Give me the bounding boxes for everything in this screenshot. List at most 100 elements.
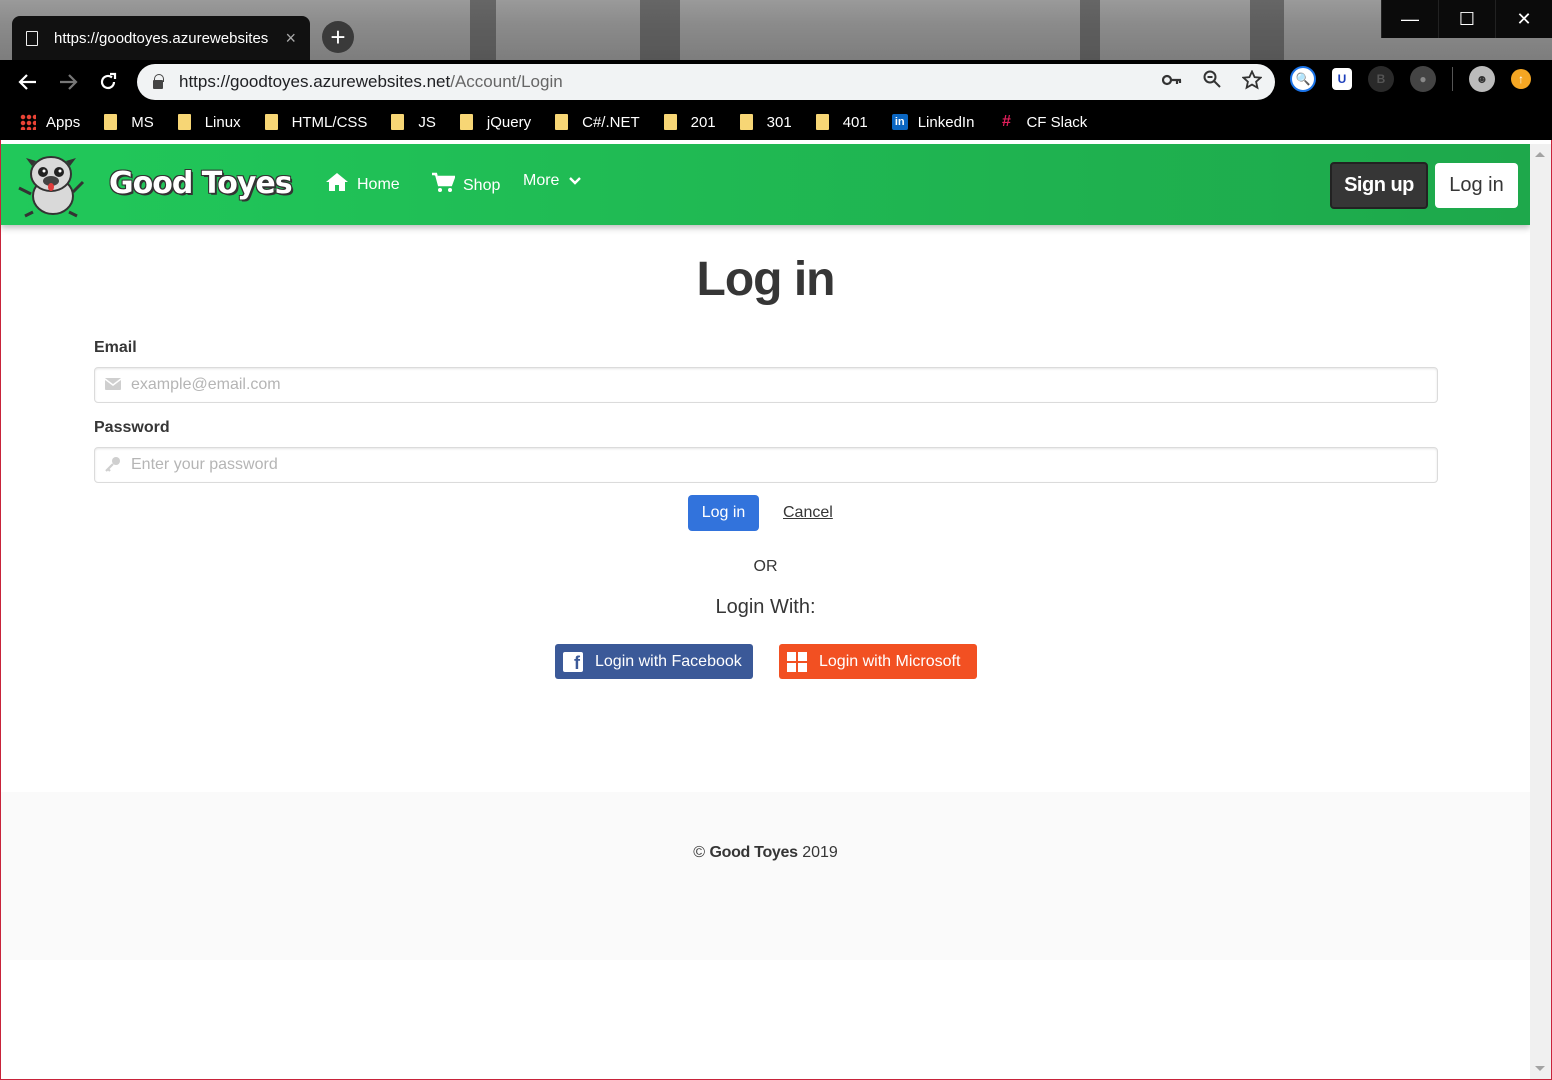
navbar-login-button[interactable]: Log in [1435, 163, 1518, 208]
apps-grid-icon [20, 114, 36, 130]
bookmark-ms[interactable]: MS [104, 114, 154, 131]
new-tab-button[interactable]: + [322, 21, 354, 53]
browser-titlebar: https://goodtoyes.azurewebsites × + — ☐ … [0, 0, 1552, 60]
scroll-up-icon[interactable] [1535, 152, 1545, 157]
address-bar-actions [1161, 69, 1263, 95]
password-input[interactable] [131, 450, 1437, 480]
bookmark-label: Apps [46, 113, 81, 131]
close-window-button[interactable]: ✕ [1495, 0, 1552, 38]
folder-icon [391, 114, 405, 130]
url-text: https://goodtoyes.azurewebsites.net/Acco… [179, 72, 563, 92]
bookmark-linkedin[interactable]: in LinkedIn [891, 114, 974, 131]
folder-icon [815, 114, 829, 130]
cart-icon [431, 172, 456, 200]
folder-icon [663, 114, 677, 130]
nav-shop-label: Shop [463, 177, 501, 194]
address-bar[interactable]: https://goodtoyes.azurewebsites.net/Acco… [137, 64, 1275, 100]
maximize-button[interactable]: ☐ [1438, 0, 1495, 38]
bookmark-label: Linux [204, 113, 241, 131]
bookmark-csharp-net[interactable]: C#/.NET [555, 114, 640, 131]
nav-home[interactable]: Home [325, 172, 400, 198]
grey-extension-icon[interactable]: B [1368, 66, 1394, 92]
scroll-down-icon[interactable] [1535, 1066, 1545, 1071]
login-microsoft-button[interactable]: Login with Microsoft [779, 644, 977, 679]
login-submit-button[interactable]: Log in [688, 495, 759, 531]
cancel-link[interactable]: Cancel [783, 504, 833, 522]
tab-close-icon[interactable]: × [285, 28, 296, 49]
bookmark-linux[interactable]: Linux [177, 113, 241, 131]
reddit-extension-icon[interactable]: ● [1410, 66, 1436, 92]
minimize-button[interactable]: — [1381, 0, 1438, 38]
envelope-icon [95, 377, 131, 393]
search-extension-icon[interactable]: 🔍 [1290, 66, 1316, 92]
key-icon [95, 456, 131, 475]
lock-icon [153, 73, 164, 89]
ublock-extension-icon[interactable]: U [1332, 68, 1352, 90]
brand-logo-text[interactable]: Good Toyes [109, 166, 293, 201]
bookmark-label: jQuery [486, 113, 532, 131]
folder-icon [555, 114, 569, 130]
email-field[interactable] [94, 367, 1438, 403]
browser-tab[interactable]: https://goodtoyes.azurewebsites × [12, 16, 310, 60]
page-scrollbar[interactable] [1530, 144, 1551, 1079]
folder-icon [104, 114, 118, 130]
site-footer: © Good Toyes 2019 [1, 792, 1530, 960]
key-icon[interactable] [1161, 70, 1183, 95]
microsoft-button-label: Login with Microsoft [819, 652, 961, 670]
linkedin-icon: in [891, 114, 908, 130]
bookmark-401[interactable]: 401 [815, 114, 868, 131]
reload-button[interactable] [94, 68, 122, 96]
bookmark-label: MS [131, 113, 154, 131]
bookmark-label: 201 [690, 113, 716, 131]
folder-icon [459, 114, 473, 130]
page-viewport: Good Toyes Home Shop More Sign up Log in… [1, 144, 1530, 1079]
forward-arrow-icon [60, 74, 78, 90]
bookmark-apps[interactable]: Apps [20, 114, 80, 131]
bookmark-301[interactable]: 301 [739, 114, 792, 131]
tab-title: https://goodtoyes.azurewebsites [54, 29, 269, 47]
email-input[interactable] [131, 370, 1437, 400]
toolbar-divider [1452, 67, 1453, 91]
password-label: Password [94, 419, 170, 436]
folder-icon [739, 114, 753, 130]
bookmark-label: CF Slack [1026, 113, 1088, 131]
document-icon [26, 30, 38, 46]
signup-button[interactable]: Sign up [1330, 162, 1428, 209]
url-host: https://goodtoyes.azurewebsites.net [179, 72, 451, 91]
background-decoration [1080, 0, 1100, 60]
bookmark-label: HTML/CSS [291, 113, 368, 131]
nav-home-label: Home [357, 176, 400, 193]
footer-company: Good Toyes [709, 844, 798, 861]
login-facebook-button[interactable]: f Login with Facebook [555, 644, 753, 679]
window-controls: — ☐ ✕ [1381, 0, 1552, 38]
browser-toolbar: https://goodtoyes.azurewebsites.net/Acco… [0, 60, 1552, 104]
nav-shop[interactable]: Shop [431, 172, 500, 200]
bookmark-jquery[interactable]: jQuery [459, 113, 532, 131]
pug-logo-icon[interactable] [13, 152, 95, 218]
forward-button[interactable] [54, 68, 82, 96]
background-decoration [640, 0, 680, 60]
folder-icon [177, 114, 191, 130]
copyright-symbol: © [693, 844, 705, 861]
back-button[interactable] [14, 68, 42, 96]
star-icon[interactable] [1241, 69, 1263, 95]
profile-avatar-icon[interactable]: ☻ [1469, 66, 1495, 92]
facebook-icon: f [563, 651, 583, 672]
reload-icon [100, 72, 117, 90]
facebook-button-label: Login with Facebook [595, 652, 742, 670]
bookmark-html-css[interactable]: HTML/CSS [264, 113, 368, 131]
zoom-icon[interactable] [1201, 70, 1223, 95]
nav-more-dropdown[interactable]: More [523, 172, 582, 190]
bookmark-cf-slack[interactable]: # CF Slack [998, 113, 1088, 131]
microsoft-icon [787, 651, 807, 672]
background-decoration [470, 0, 496, 60]
back-arrow-icon [18, 74, 36, 90]
extension-icons: 🔍 U B ● ☻ ↑ [1290, 66, 1531, 92]
bookmark-js[interactable]: JS [391, 114, 436, 131]
bookmark-201[interactable]: 201 [663, 113, 716, 131]
login-with-heading: Login With: [715, 596, 816, 618]
password-field[interactable] [94, 447, 1438, 483]
home-icon [325, 172, 349, 198]
footer-year: 2019 [802, 844, 838, 861]
update-icon[interactable]: ↑ [1511, 69, 1531, 89]
